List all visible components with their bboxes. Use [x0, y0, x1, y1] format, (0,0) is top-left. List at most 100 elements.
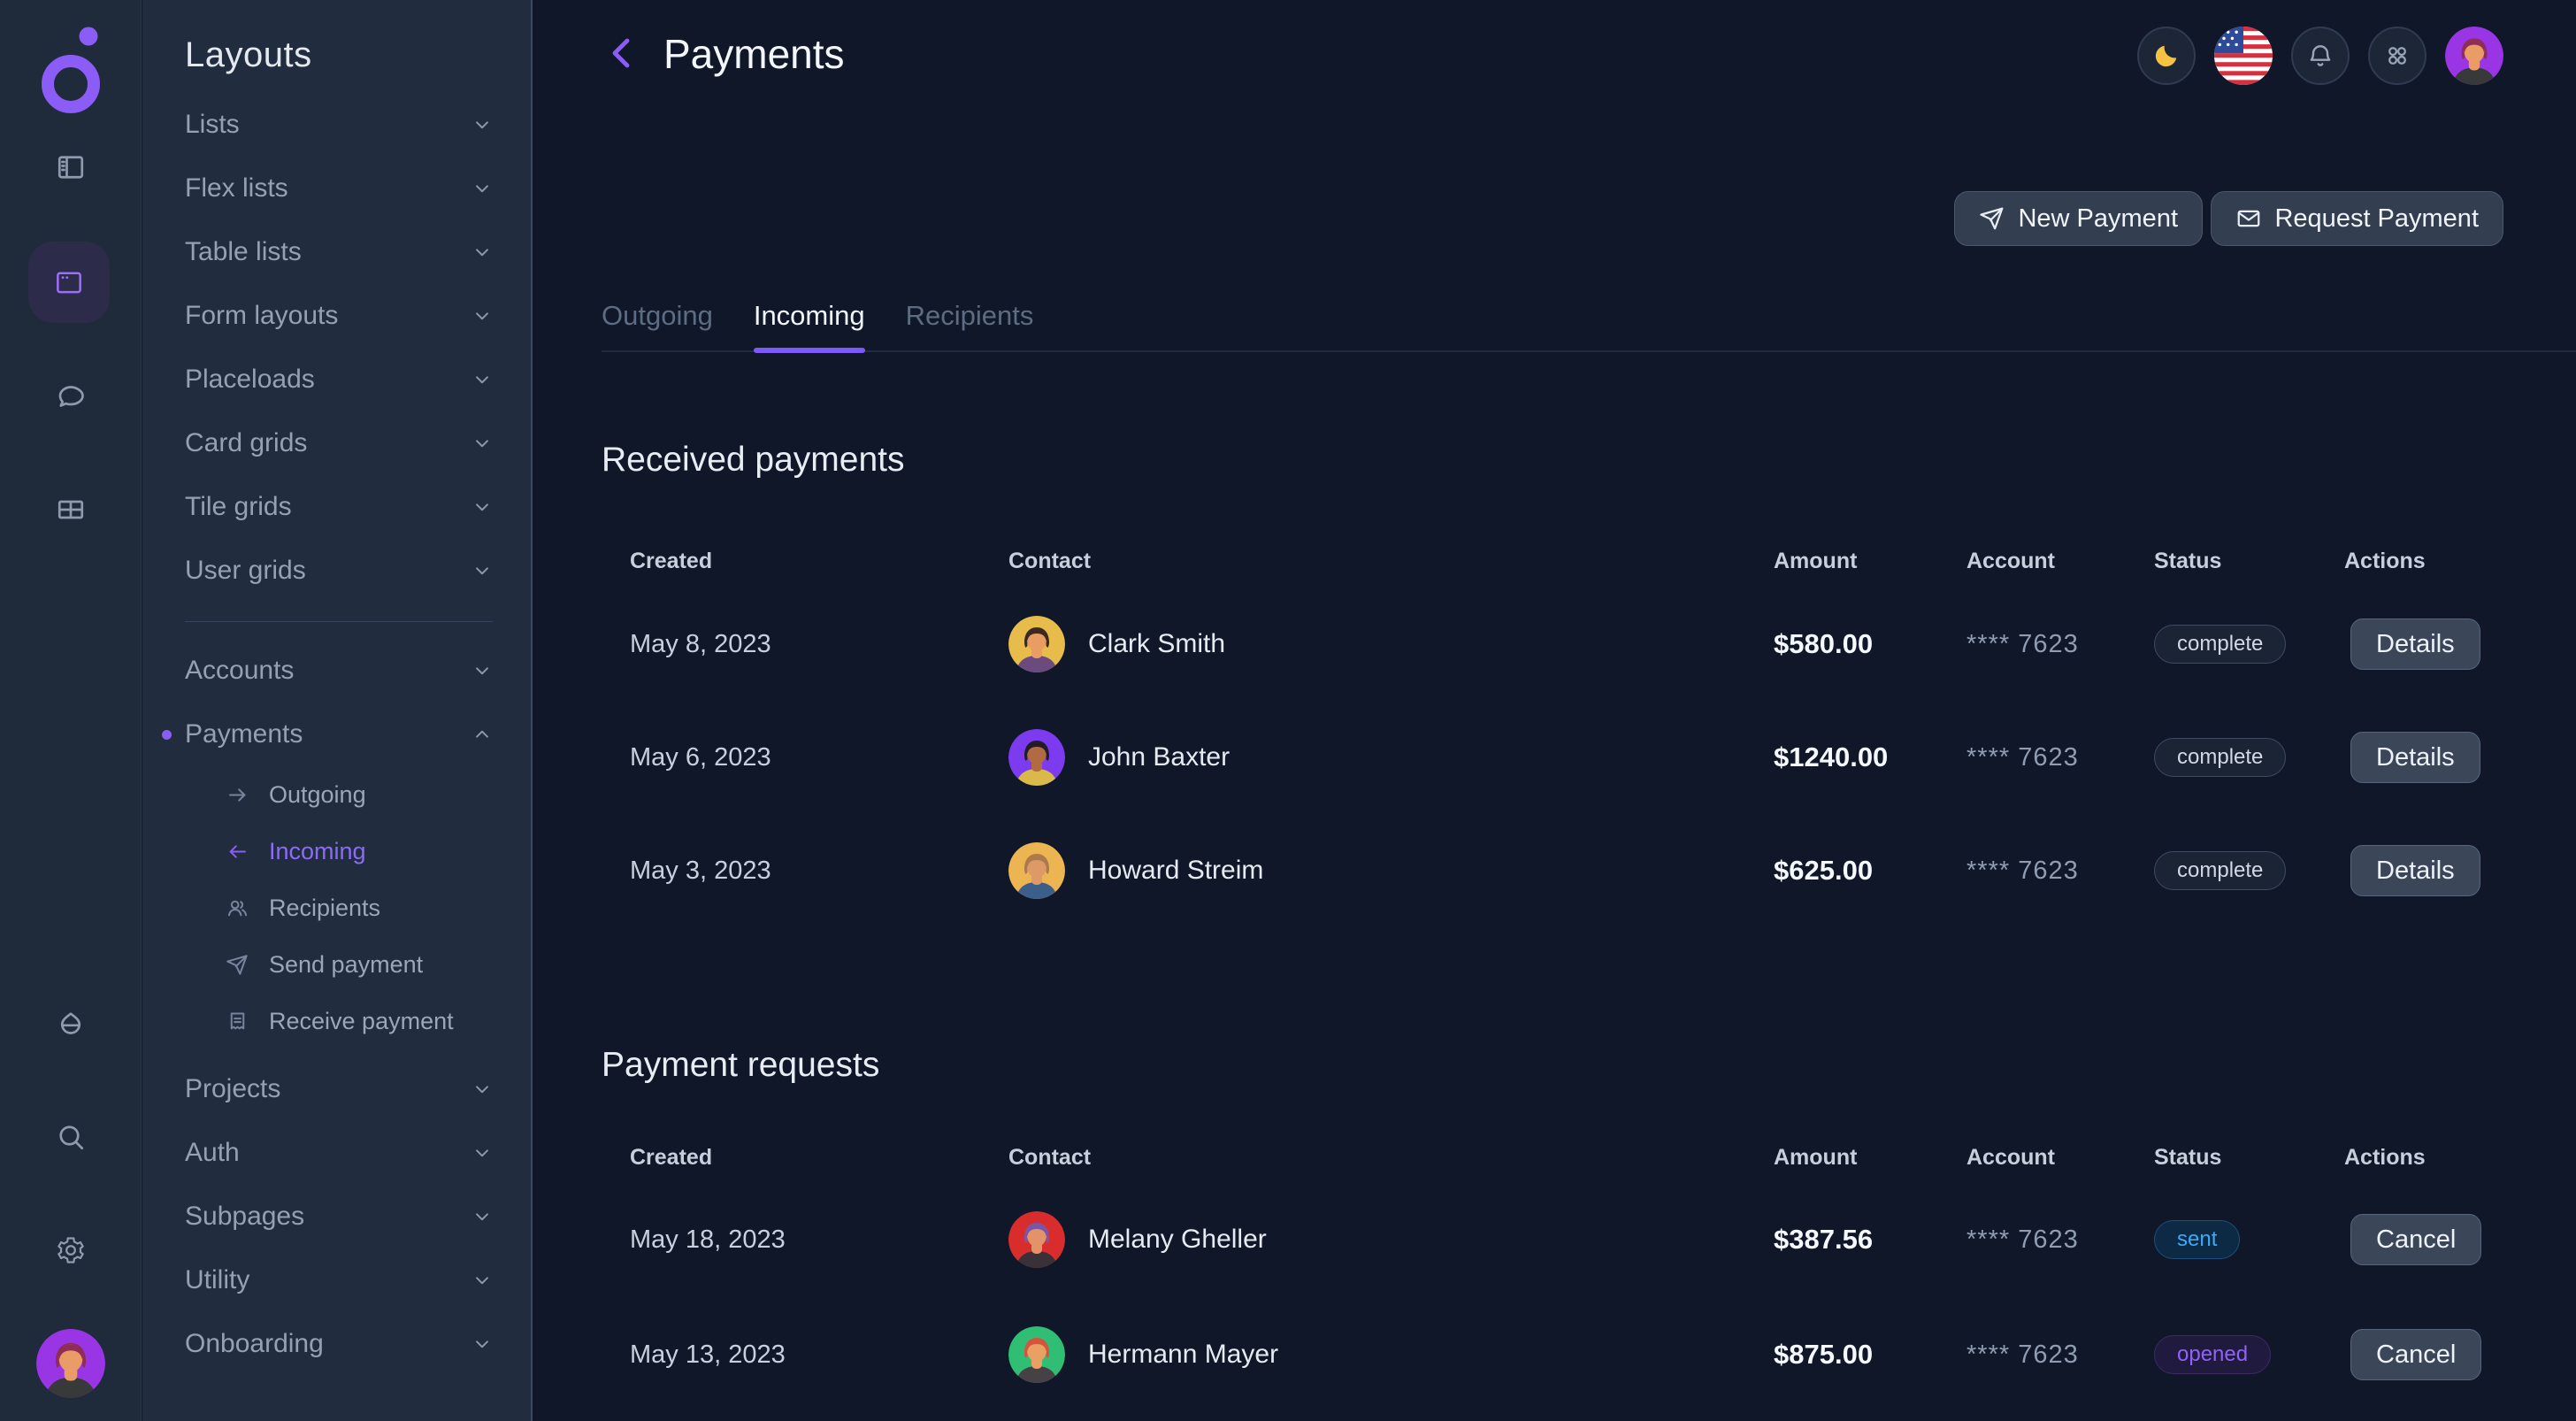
cell-created: May 18, 2023	[602, 1182, 1008, 1297]
details-button[interactable]: Details	[2350, 845, 2480, 896]
grid-icon[interactable]	[55, 494, 87, 526]
logo-icon[interactable]	[37, 24, 104, 118]
cell-status: opened	[2154, 1297, 2344, 1412]
chevron-down-icon	[471, 1141, 494, 1164]
active-dot	[162, 730, 172, 740]
sidebar-item-auth[interactable]: Auth	[142, 1121, 531, 1185]
back-button[interactable]	[602, 30, 644, 76]
sidebar-item-payments[interactable]: Payments	[142, 703, 531, 766]
sidebar-item-recipients[interactable]: Recipients	[142, 879, 531, 936]
sidebar-item-subpages[interactable]: Subpages	[142, 1185, 531, 1248]
cell-amount: $387.56	[1774, 1182, 1966, 1297]
payment-requests-table: Created Contact Amount Account Status Ac…	[602, 1133, 2532, 1412]
chevron-down-icon	[471, 304, 494, 327]
chat-icon[interactable]	[55, 380, 87, 412]
sidebar-item-form-layouts[interactable]: Form layouts	[142, 284, 531, 348]
new-payment-button[interactable]: New Payment	[1954, 191, 2203, 246]
details-button[interactable]: Details	[2350, 732, 2480, 783]
cell-actions: Details	[2344, 814, 2532, 927]
cell-status: complete	[2154, 814, 2344, 927]
sidebar-item-lists[interactable]: Lists	[142, 93, 531, 157]
sidebar-item-outgoing[interactable]: Outgoing	[142, 766, 531, 823]
column-header-amount: Amount	[1774, 1133, 1966, 1182]
language-button[interactable]	[2214, 27, 2273, 85]
page-title: Payments	[663, 30, 845, 78]
sidebar-item-projects[interactable]: Projects	[142, 1057, 531, 1121]
column-header-contact: Contact	[1008, 1133, 1774, 1182]
sidebar-item-table-lists[interactable]: Table lists	[142, 220, 531, 284]
sidebar-item-onboarding[interactable]: Onboarding	[142, 1312, 531, 1376]
cell-actions: Details	[2344, 701, 2532, 814]
cell-actions: Cancel	[2344, 1297, 2532, 1412]
sidebar-item-send-payment[interactable]: Send payment	[142, 936, 531, 993]
cancel-button[interactable]: Cancel	[2350, 1214, 2481, 1265]
rail-item-layouts-active[interactable]	[28, 242, 110, 323]
sidebar-item-incoming[interactable]: Incoming	[142, 823, 531, 879]
chevron-up-icon	[471, 723, 494, 746]
sidebar-title: Layouts	[185, 35, 312, 75]
column-header-actions: Actions	[2344, 534, 2532, 588]
request-payment-button[interactable]: Request Payment	[2211, 191, 2503, 246]
notifications-button[interactable]	[2291, 27, 2350, 85]
payment-requests-heading: Payment requests	[602, 1046, 879, 1085]
sidebar-item-placeloads[interactable]: Placeloads	[142, 348, 531, 411]
column-header-account: Account	[1966, 534, 2154, 588]
cell-contact: Clark Smith	[1008, 588, 1774, 701]
sidebar-nav-top: Lists Flex lists Table lists Form layout…	[142, 93, 531, 603]
cell-actions: Cancel	[2344, 1182, 2532, 1297]
cell-contact: Howard Streim	[1008, 814, 1774, 927]
user-avatar[interactable]	[2445, 27, 2503, 85]
tab-recipients[interactable]: Recipients	[906, 281, 1034, 350]
apps-button[interactable]	[2368, 27, 2426, 85]
contact-name: Melany Gheller	[1088, 1225, 1267, 1255]
users-icon	[226, 896, 249, 920]
cell-amount: $1240.00	[1774, 701, 1966, 814]
chevron-down-icon	[471, 368, 494, 391]
gear-icon[interactable]	[55, 1234, 87, 1266]
tab-outgoing[interactable]: Outgoing	[602, 281, 713, 350]
sidebar-item-tile-grids[interactable]: Tile grids	[142, 475, 531, 539]
topbar	[2137, 27, 2503, 85]
contact-avatar	[1008, 729, 1065, 786]
status-badge: complete	[2154, 851, 2286, 890]
cell-account: **** 7623	[1966, 701, 2154, 814]
sidebar-panel-icon[interactable]	[55, 151, 87, 183]
column-header-account: Account	[1966, 1133, 2154, 1182]
column-header-status: Status	[2154, 534, 2344, 588]
sidebar-item-user-grids[interactable]: User grids	[142, 539, 531, 603]
cancel-button[interactable]: Cancel	[2350, 1329, 2481, 1380]
details-button[interactable]: Details	[2350, 618, 2480, 670]
cell-amount: $625.00	[1774, 814, 1966, 927]
contact-avatar	[1008, 842, 1065, 899]
cell-contact: Hermann Mayer	[1008, 1297, 1774, 1412]
sidebar-item-flex-lists[interactable]: Flex lists	[142, 157, 531, 220]
status-badge: complete	[2154, 738, 2286, 777]
sidebar-item-utility[interactable]: Utility	[142, 1248, 531, 1312]
tab-incoming[interactable]: Incoming	[754, 281, 865, 350]
chevron-down-icon	[471, 1078, 494, 1101]
search-icon[interactable]	[55, 1121, 87, 1153]
column-header-created: Created	[602, 1133, 1008, 1182]
cell-status: complete	[2154, 701, 2344, 814]
sidebar-item-card-grids[interactable]: Card grids	[142, 411, 531, 475]
us-flag-icon	[2214, 27, 2273, 85]
received-payments-table: Created Contact Amount Account Status Ac…	[602, 534, 2532, 927]
theme-toggle-button[interactable]	[2137, 27, 2196, 85]
column-header-actions: Actions	[2344, 1133, 2532, 1182]
cell-contact: John Baxter	[1008, 701, 1774, 814]
cell-account: **** 7623	[1966, 588, 2154, 701]
mail-icon	[2235, 205, 2262, 232]
contact-name: Hermann Mayer	[1088, 1340, 1278, 1370]
cell-account: **** 7623	[1966, 814, 2154, 927]
contact-name: John Baxter	[1088, 742, 1230, 772]
main-content: Payments	[533, 0, 2576, 1421]
chevron-down-icon	[471, 559, 494, 582]
user-avatar[interactable]	[36, 1329, 105, 1398]
sidebar-item-receive-payment[interactable]: Receive payment	[142, 993, 531, 1049]
cell-contact: Melany Gheller	[1008, 1182, 1774, 1297]
contact-avatar	[1008, 616, 1065, 672]
chevron-down-icon	[471, 1333, 494, 1356]
status-badge: opened	[2154, 1335, 2271, 1374]
database-icon[interactable]	[55, 1008, 87, 1040]
sidebar-item-accounts[interactable]: Accounts	[142, 639, 531, 703]
